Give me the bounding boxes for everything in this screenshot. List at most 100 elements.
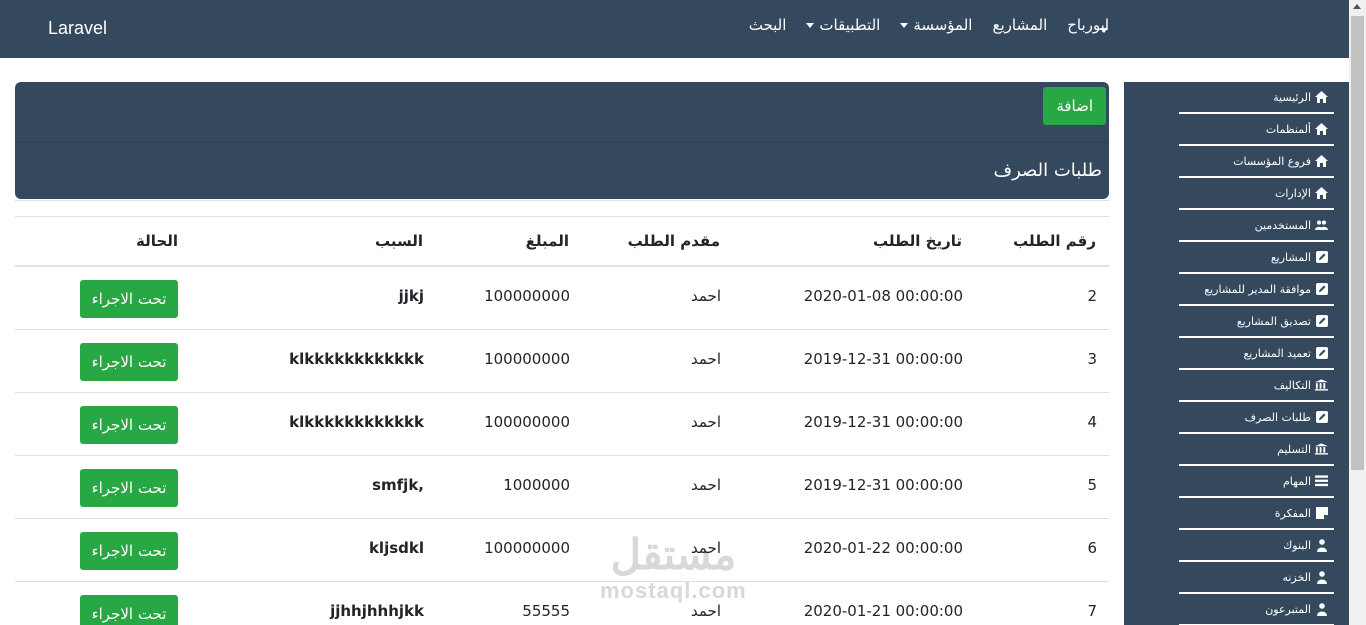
status-button[interactable]: تحت الاجراء xyxy=(80,469,178,507)
sidebar-item-label: التكاليف xyxy=(1273,378,1311,392)
cell-date: 2020-01-22 00:00:00 xyxy=(803,539,963,557)
cell-amount: 100000000 xyxy=(484,350,570,368)
cell-reason: smfjk, xyxy=(372,476,424,494)
sidebar-item-label: البنوك xyxy=(1283,538,1311,552)
cell-id: 6 xyxy=(1087,539,1097,557)
table-row: 3 2019-12-31 00:00:00 احمد 100000000 klkkkkk… xyxy=(15,330,1109,393)
sidebar-item-label: المفكرة xyxy=(1274,506,1311,520)
bank-icon xyxy=(1315,443,1328,456)
sidebar-item-label: الرئيسية xyxy=(1273,90,1311,104)
edit-icon xyxy=(1315,411,1328,424)
scrollbar-thumb[interactable] xyxy=(1351,16,1364,470)
cell-applicant: احمد xyxy=(691,413,721,431)
sidebar: الرئيسية ألمنظمات فروع المؤسسات الإدارات الم… xyxy=(1124,82,1349,625)
sidebar-item-label: فروع المؤسسات xyxy=(1233,154,1311,168)
sidebar-item[interactable]: المتبرعون xyxy=(1179,594,1334,625)
edit-icon xyxy=(1315,315,1328,328)
sidebar-item[interactable]: تعميد المشاريع xyxy=(1179,338,1334,370)
user-icon xyxy=(1315,538,1328,552)
sidebar-item[interactable]: طلبات الصرف xyxy=(1179,402,1334,434)
users-icon xyxy=(1315,219,1328,232)
cell-applicant: احمد xyxy=(691,476,721,494)
cell-date: 2020-01-08 00:00:00 xyxy=(803,287,963,305)
sidebar-item-label: طلبات الصرف xyxy=(1244,410,1311,424)
cell-amount: 100000000 xyxy=(484,413,570,431)
cell-id: 7 xyxy=(1087,602,1097,620)
cell-applicant: احمد xyxy=(691,350,721,368)
nav-item-apps[interactable]: التطبيقات xyxy=(806,16,880,34)
sidebar-item-label: ألمنظمات xyxy=(1265,122,1311,136)
table-top-border xyxy=(15,200,1109,201)
sidebar-item[interactable]: المستخدمين xyxy=(1179,210,1334,242)
cell-reason: kljsdkl xyxy=(368,539,424,557)
sidebar-item[interactable]: ألمنظمات xyxy=(1179,114,1334,146)
sidebar-item[interactable]: موافقة المدير للمشاريع xyxy=(1179,274,1334,306)
cell-amount: 100000000 xyxy=(484,539,570,557)
cell-amount: 1000000 xyxy=(503,476,570,494)
status-button[interactable]: تحت الاجراء xyxy=(80,280,178,318)
home-icon xyxy=(1315,187,1328,200)
edit-icon xyxy=(1315,347,1328,360)
cell-reason: jjhhjhhhjkk xyxy=(330,602,424,620)
sidebar-item[interactable]: المشاريع xyxy=(1179,242,1334,274)
cell-amount: 100000000 xyxy=(484,287,570,305)
home-icon xyxy=(1315,155,1328,168)
sidebar-item-label: الخزنه xyxy=(1282,570,1311,584)
header-divider xyxy=(15,142,1109,143)
cell-date: 2019-12-31 00:00:00 xyxy=(803,350,963,368)
sidebar-item[interactable]: التكاليف xyxy=(1179,370,1334,402)
brand-logo[interactable]: Laravel xyxy=(48,18,107,39)
cell-id: 2 xyxy=(1087,287,1097,305)
user-icon xyxy=(1315,570,1328,584)
cell-reason: klkkkkkkkkkkkk xyxy=(289,413,424,431)
sidebar-item[interactable]: تصديق المشاريع xyxy=(1179,306,1334,338)
status-button[interactable]: تحت الاجراء xyxy=(80,406,178,444)
sidebar-item[interactable]: التسليم xyxy=(1179,434,1334,466)
nav-item-projects[interactable]: المشاريع xyxy=(992,16,1047,34)
home-icon xyxy=(1315,91,1328,104)
sidebar-item-label: المستخدمين xyxy=(1254,218,1311,232)
nav-item-user[interactable]: ابورباح xyxy=(1067,16,1109,34)
chevron-down-icon xyxy=(900,22,909,28)
scroll-up-arrow-icon[interactable] xyxy=(1353,4,1361,9)
add-button[interactable]: اضافة xyxy=(1043,87,1106,125)
table-row: 2 2020-01-08 00:00:00 احمد 100000000 jjkj تحت… xyxy=(15,267,1109,330)
sidebar-item-label: التسليم xyxy=(1277,442,1311,456)
chevron-down-icon xyxy=(806,22,815,28)
cell-applicant: احمد xyxy=(691,287,721,305)
cell-date: 2019-12-31 00:00:00 xyxy=(803,476,963,494)
sidebar-item-label: الإدارات xyxy=(1274,186,1311,200)
status-button[interactable]: تحت الاجراء xyxy=(80,343,178,381)
column-header-status: الحالة xyxy=(136,232,178,250)
sidebar-item[interactable]: المهام xyxy=(1179,466,1334,498)
cell-date: 2019-12-31 00:00:00 xyxy=(803,413,963,431)
home-icon xyxy=(1315,123,1328,136)
cell-applicant: احمد xyxy=(691,602,721,620)
nav-item-institution[interactable]: المؤسسة xyxy=(900,16,972,34)
sidebar-item-label: المهام xyxy=(1283,474,1311,488)
column-header-applicant: مقدم الطلب xyxy=(627,232,720,250)
watermark: مستقل mostaql.com xyxy=(600,531,747,604)
sidebar-item[interactable]: الرئيسية xyxy=(1179,82,1334,114)
table-row: 7 2020-01-21 00:00:00 احمد 55555 jjhhjhhhjkk… xyxy=(15,582,1109,625)
nav-item-search[interactable]: البحث xyxy=(749,16,787,34)
cell-reason: jjkj xyxy=(398,287,424,305)
page-title: طلبات الصرف xyxy=(993,160,1102,181)
column-header-id: رقم الطلب xyxy=(1013,232,1096,250)
cell-id: 3 xyxy=(1087,350,1097,368)
sidebar-item[interactable]: الخزنه xyxy=(1179,562,1334,594)
bank-icon xyxy=(1315,379,1328,392)
sidebar-item[interactable]: فروع المؤسسات xyxy=(1179,146,1334,178)
status-button[interactable]: تحت الاجراء xyxy=(80,532,178,570)
user-icon xyxy=(1315,602,1328,616)
sidebar-item[interactable]: البنوك xyxy=(1179,530,1334,562)
table-row: 6 2020-01-22 00:00:00 احمد 100000000 kljsdkl… xyxy=(15,519,1109,582)
sidebar-item-label: تصديق المشاريع xyxy=(1236,314,1311,328)
table-header-top-border xyxy=(15,216,1109,217)
sidebar-item[interactable]: الإدارات xyxy=(1179,178,1334,210)
sidebar-item[interactable]: المفكرة xyxy=(1179,498,1334,530)
sidebar-item-label: موافقة المدير للمشاريع xyxy=(1204,282,1311,296)
status-button[interactable]: تحت الاجراء xyxy=(80,595,178,625)
cell-date: 2020-01-21 00:00:00 xyxy=(803,602,963,620)
page-header-card: اضافة طلبات الصرف xyxy=(15,82,1109,199)
